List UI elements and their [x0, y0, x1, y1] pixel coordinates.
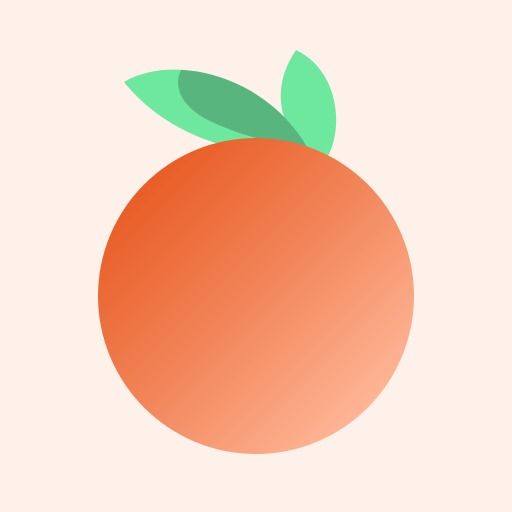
orange-fruit-icon: [0, 0, 512, 512]
app-icon-canvas: [0, 0, 512, 512]
fruit-body: [98, 138, 414, 454]
